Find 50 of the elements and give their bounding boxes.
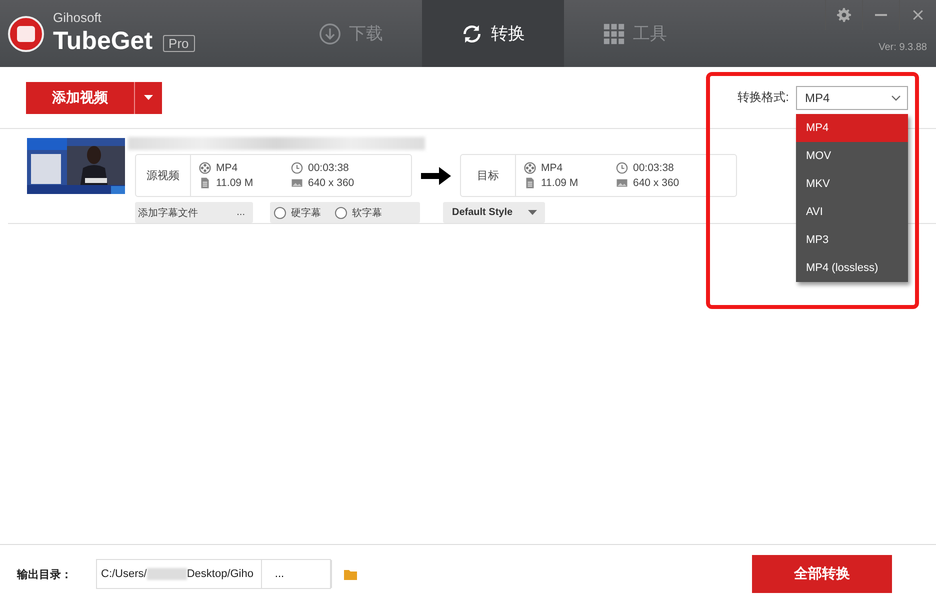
refresh-icon (461, 22, 483, 44)
format-label: 转换格式: (738, 89, 789, 106)
info-label: 源视频 (136, 155, 191, 196)
subtitle-file-field[interactable]: 添加字幕文件 ... (135, 202, 253, 223)
size-text: 11.09 M (541, 177, 578, 189)
format-option[interactable]: MP4 (796, 114, 908, 142)
nav-tab[interactable]: 转换 (422, 0, 564, 67)
image-icon (291, 177, 303, 189)
format-text: MP4 (541, 162, 563, 174)
duration-text: 00:03:38 (633, 162, 674, 174)
subtitle-radio[interactable]: 软字幕 (335, 206, 382, 220)
document-icon (199, 177, 211, 189)
resolution-text: 640 x 360 (308, 177, 354, 189)
clock-icon (616, 162, 628, 174)
duration-text: 00:03:38 (308, 162, 349, 174)
app-logo (8, 16, 44, 52)
format-option[interactable]: AVI (796, 198, 908, 226)
vendor-name: Gihosoft (53, 10, 102, 25)
output-path-field[interactable]: C:/Users/ Desktop/Giho ... (96, 559, 331, 589)
format-select[interactable]: MP4 (796, 86, 908, 110)
grid-icon (603, 22, 625, 44)
arrow-icon (421, 166, 451, 186)
caret-icon (528, 210, 537, 215)
format-text: MP4 (216, 162, 238, 174)
minimize-icon (875, 14, 887, 16)
output-label: 输出目录： (17, 568, 73, 582)
edition-badge: Pro (162, 35, 195, 52)
info-label: 目标 (461, 155, 516, 196)
gear-icon (837, 8, 851, 22)
format-option[interactable]: MOV (796, 142, 908, 170)
subtitle-radio[interactable]: 硬字幕 (274, 206, 321, 220)
version-text: Ver: 9.3.88 (878, 42, 927, 53)
film-reel-icon (199, 162, 211, 174)
caret-icon (144, 95, 153, 100)
format-option[interactable]: MP3 (796, 226, 908, 254)
document-icon (524, 177, 536, 189)
folder-icon (344, 568, 356, 580)
size-text: 11.09 M (216, 177, 254, 189)
close-icon (911, 8, 925, 22)
style-select[interactable]: Default Style (443, 202, 545, 223)
format-option[interactable]: MKV (796, 170, 908, 198)
app-name: TubeGet (53, 26, 153, 57)
format-option[interactable]: MP4 (lossless) (796, 254, 908, 282)
resolution-text: 640 x 360 (633, 177, 680, 189)
download-icon (319, 22, 341, 44)
clock-icon (291, 162, 303, 174)
chevron-icon (891, 94, 901, 100)
film-reel-icon (524, 162, 536, 174)
convert-all-button[interactable]: 全部转换 (752, 555, 892, 593)
image-icon (616, 177, 628, 189)
